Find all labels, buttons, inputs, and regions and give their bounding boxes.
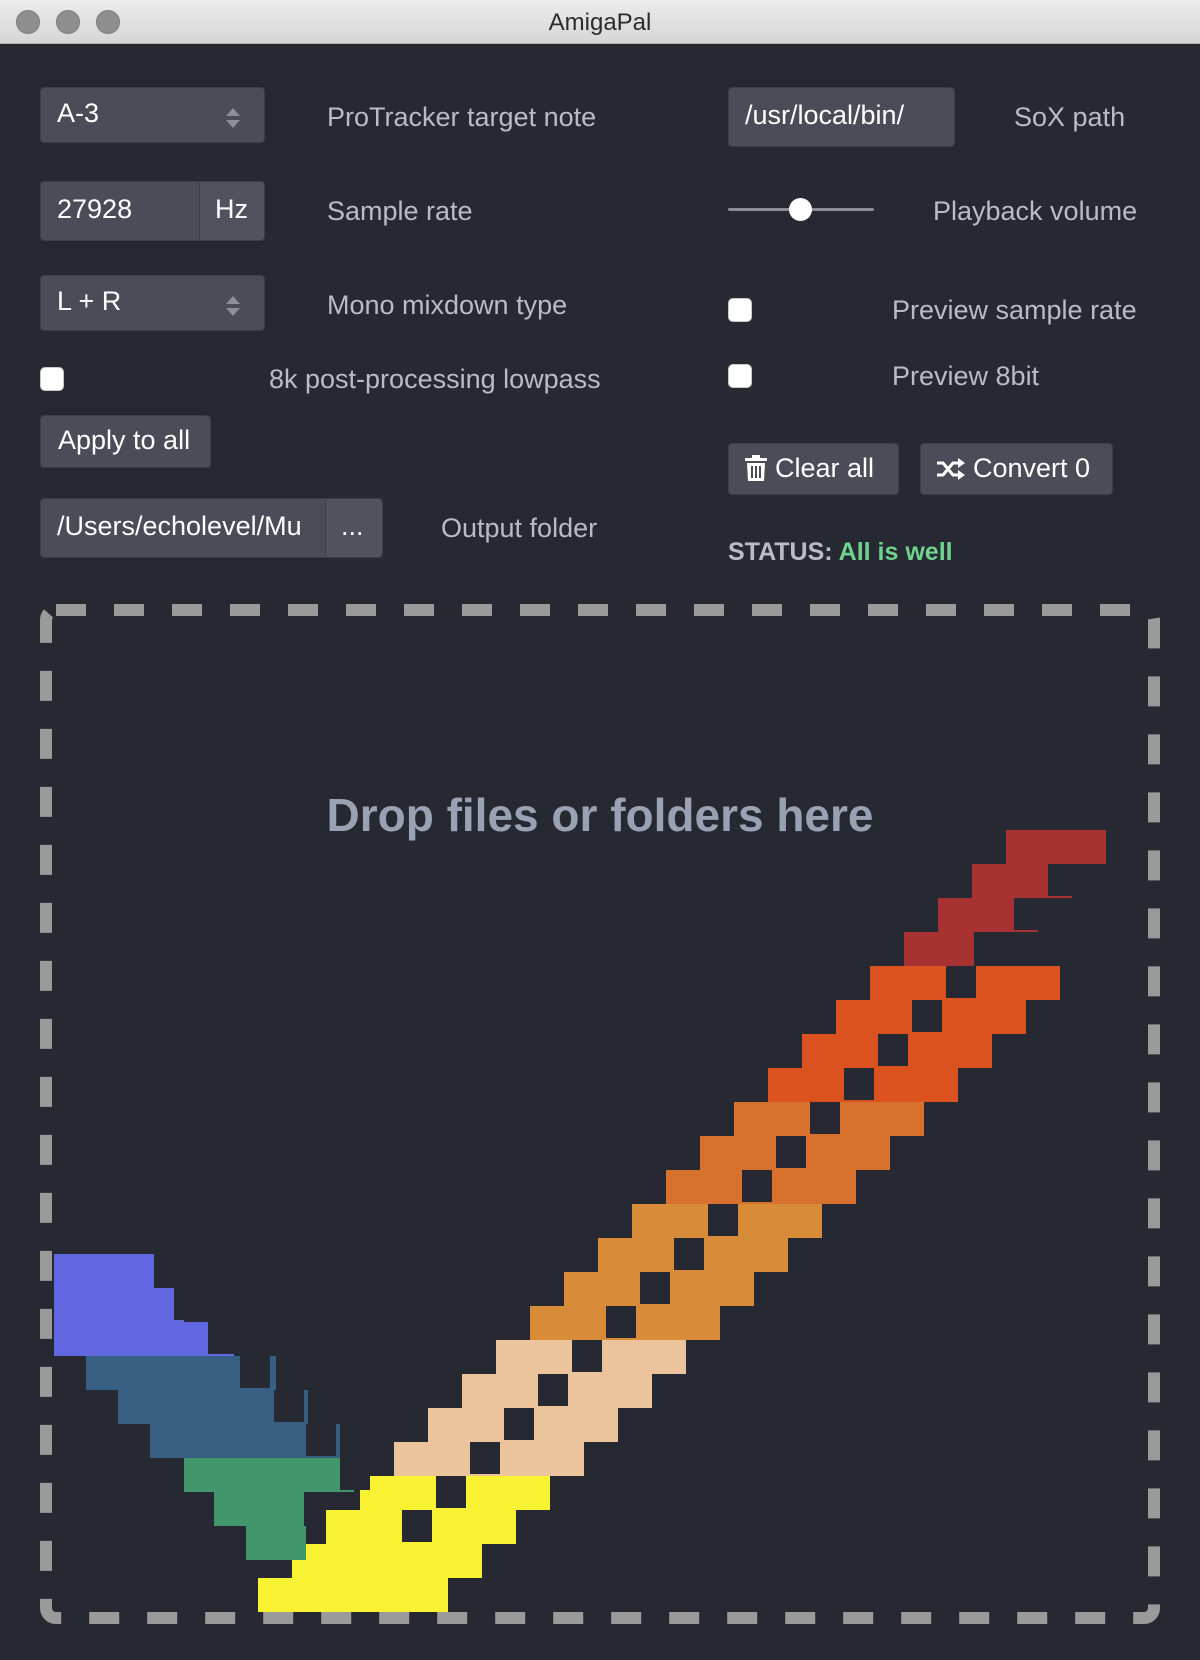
preview-sample-rate-label: Preview sample rate (892, 295, 1137, 325)
checkmark-pixel-block (292, 1544, 482, 1578)
rainbow-checkmark-graphic (54, 830, 1106, 1612)
drop-zone[interactable] (40, 604, 1160, 1624)
checkmark-pixel-block (340, 1458, 370, 1490)
checkmark-pixel-block (258, 1578, 448, 1612)
checkmark-pixel-block (878, 1034, 908, 1066)
checkmark-pixel-block (606, 1306, 636, 1338)
lowpass-label: 8k post-processing lowpass (269, 364, 601, 394)
status-line: STATUS: All is well (728, 538, 953, 567)
output-folder-label: Output folder (441, 513, 598, 543)
sox-path-value: /usr/local/bin/ (745, 100, 905, 130)
checkmark-pixel-block (54, 1322, 234, 1356)
preview-8bit-checkbox[interactable] (728, 364, 752, 388)
checkmark-pixel-block (436, 1476, 466, 1508)
target-note-label: ProTracker target note (327, 102, 597, 132)
convert-button[interactable]: Convert 0 (920, 443, 1113, 495)
checkmark-pixel-block (1014, 898, 1044, 930)
window-titlebar: AmigaPal (0, 0, 1200, 44)
status-key: STATUS: (728, 538, 833, 566)
target-note-select[interactable]: A-3 (40, 87, 265, 143)
checkmark-pixel-block (538, 1374, 568, 1406)
mixdown-type-select[interactable]: L + R (40, 275, 265, 331)
mixdown-type-label: Mono mixdown type (327, 290, 568, 320)
status-value: All is well (838, 538, 953, 566)
checkmark-pixel-block (504, 1408, 534, 1440)
checkmark-pixel-block (274, 1390, 304, 1422)
trash-icon (745, 455, 767, 481)
window-title: AmigaPal (548, 9, 652, 36)
drop-zone-text: Drop files or folders here (326, 789, 874, 841)
checkmark-pixel-block (810, 1102, 840, 1134)
checkmark-pixel-block (904, 932, 974, 966)
clear-all-text: Clear all (775, 453, 875, 483)
browse-output-text: ... (341, 511, 364, 541)
sample-rate-value: 27928 (57, 194, 133, 224)
checkmark-pixel-block (844, 1068, 874, 1100)
checkmark-pixel-block (402, 1510, 432, 1542)
checkmark-pixel-block (306, 1424, 336, 1456)
checkmark-pixel-block (184, 1458, 354, 1492)
sox-path-input[interactable]: /usr/local/bin/ (728, 87, 955, 147)
checkmark-pixel-block (174, 1288, 204, 1320)
browse-output-button[interactable]: ... (325, 498, 383, 558)
convert-text: Convert 0 (973, 453, 1091, 483)
checkmark-pixel-block (640, 1272, 670, 1304)
checkmark-pixel-block (946, 966, 976, 998)
checkmark-pixel-block (776, 1136, 806, 1168)
output-folder-input[interactable]: /Users/echolevel/Mu (40, 498, 326, 558)
output-folder-value: /Users/echolevel/Mu (57, 511, 302, 541)
checkmark-pixel-block (54, 1254, 154, 1288)
sample-rate-input[interactable]: 27928 (40, 181, 200, 241)
checkmark-pixel-block (1048, 864, 1078, 896)
checkmark-pixel-block (980, 932, 1010, 964)
lowpass-checkbox[interactable] (40, 367, 64, 391)
apply-to-all-button[interactable]: Apply to all (40, 415, 211, 468)
target-note-value: A-3 (57, 98, 100, 128)
checkmark-pixel-block (674, 1238, 704, 1270)
sample-rate-unit-text: Hz (215, 194, 248, 224)
apply-to-all-text: Apply to all (58, 425, 191, 455)
sox-path-label: SoX path (1014, 102, 1126, 132)
checkmark-pixel-block (208, 1322, 238, 1354)
checkmark-pixel-block (54, 1288, 184, 1322)
checkmark-pixel-block (708, 1204, 738, 1236)
mixdown-type-value: L + R (57, 286, 122, 316)
checkmark-pixel-block (742, 1170, 772, 1202)
checkmark-pixel-block (470, 1442, 500, 1474)
sample-rate-label: Sample rate (327, 196, 473, 226)
shuffle-icon (937, 458, 965, 480)
select-arrows-icon (226, 108, 240, 128)
volume-slider-thumb[interactable] (789, 198, 812, 221)
preview-sample-rate-checkbox[interactable] (728, 298, 752, 322)
clear-all-button[interactable]: Clear all (728, 443, 899, 495)
checkmark-pixel-block (912, 1000, 942, 1032)
volume-label: Playback volume (933, 196, 1138, 226)
sample-rate-unit: Hz (199, 181, 265, 241)
checkmark-pixel-block (246, 1526, 306, 1560)
checkmark-pixel-block (214, 1492, 304, 1526)
checkmark-pixel-block (240, 1356, 270, 1388)
checkmark-pixel-block (572, 1340, 602, 1372)
preview-8bit-label: Preview 8bit (892, 361, 1040, 391)
select-arrows-icon (226, 296, 240, 316)
